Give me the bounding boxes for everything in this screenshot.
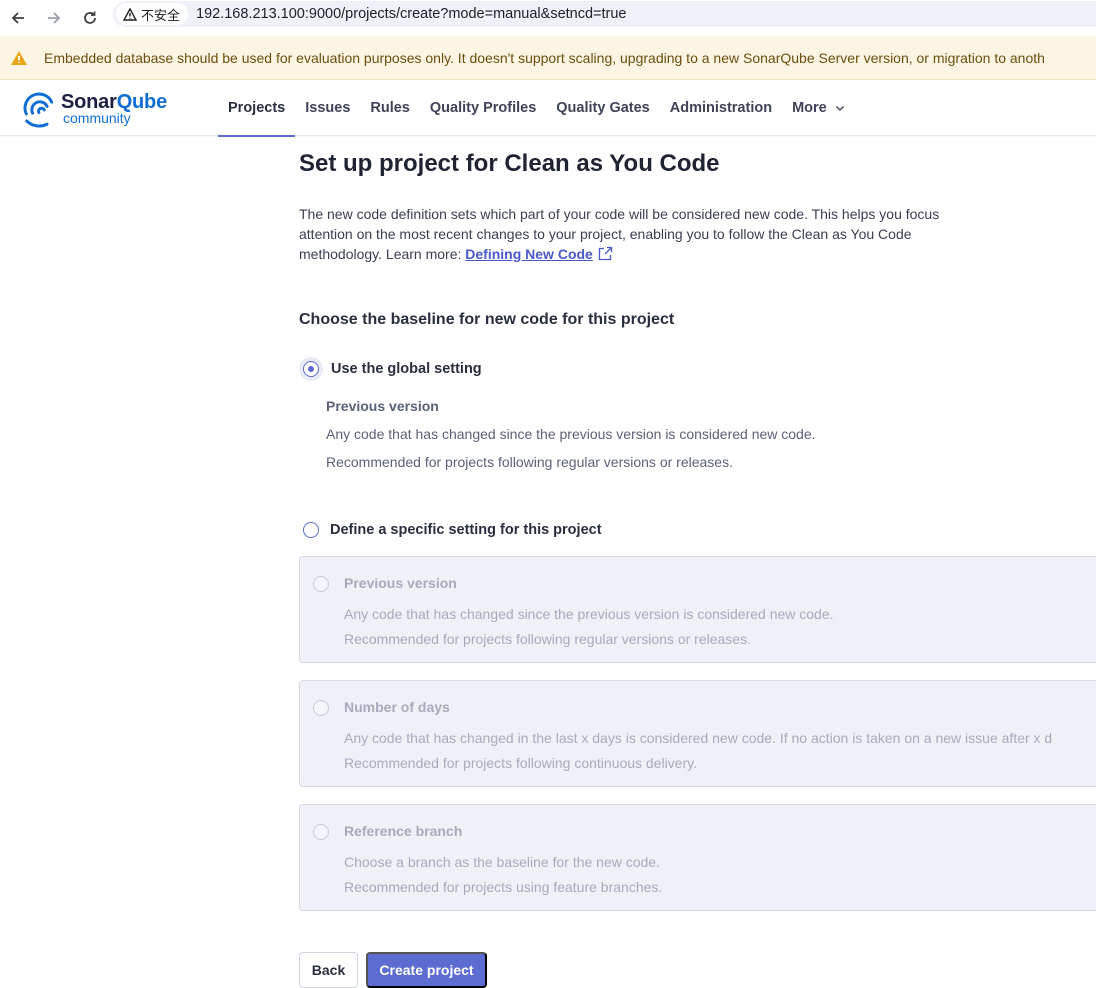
warning-text: Embedded database should be used for eva…: [44, 49, 1045, 66]
option-name: Reference branch: [344, 823, 463, 839]
option-name: Number of days: [344, 699, 450, 715]
radio-specific-setting[interactable]: Define a specific setting for this proje…: [303, 522, 602, 538]
security-chip[interactable]: 不安全: [116, 3, 189, 25]
intro-text: The new code definition sets which part …: [299, 206, 940, 262]
reload-icon[interactable]: [72, 6, 108, 30]
url-text: 192.168.213.100:9000/projects/create?mod…: [196, 6, 627, 22]
option-desc: Any code that has changed since the prev…: [344, 606, 834, 622]
option-recommendation: Recommended for projects following conti…: [344, 755, 698, 771]
nav-quality-gates[interactable]: Quality Gates: [546, 80, 659, 136]
option-card-reference-branch: Reference branch Choose a branch as the …: [299, 804, 1096, 911]
warning-banner: Embedded database should be used for eva…: [0, 36, 1096, 80]
create-project-button[interactable]: Create project: [366, 952, 487, 988]
option-card-previous-version: Previous version Any code that has chang…: [299, 556, 1096, 663]
address-bar[interactable]: 不安全 192.168.213.100:9000/projects/create…: [113, 1, 1096, 27]
radio-unchecked-icon[interactable]: [303, 522, 319, 538]
browser-toolbar: 不安全 192.168.213.100:9000/projects/create…: [0, 0, 1096, 36]
back-button[interactable]: Back: [299, 952, 358, 988]
nav-quality-profiles[interactable]: Quality Profiles: [420, 80, 546, 136]
option-recommendation: Recommended for projects following regul…: [344, 631, 751, 647]
nav-rules[interactable]: Rules: [360, 80, 420, 136]
baseline-section-title: Choose the baseline for new code for thi…: [299, 311, 675, 328]
nav-projects[interactable]: Projects: [218, 80, 296, 137]
option-name: Previous version: [344, 575, 457, 591]
back-arrow-icon[interactable]: [0, 6, 36, 30]
option-card-number-of-days: Number of days Any code that has changed…: [299, 680, 1096, 787]
radio-disabled-icon: [313, 700, 329, 716]
global-setting-recommendation: Recommended for projects following regul…: [326, 454, 733, 470]
sonar-waves-icon: [23, 92, 54, 128]
radio-disabled-icon: [313, 576, 329, 592]
specific-setting-label: Define a specific setting for this proje…: [330, 522, 602, 538]
page-title: Set up project for Clean as You Code: [299, 150, 720, 177]
global-setting-label: Use the global setting: [331, 361, 482, 377]
logo-edition: community: [63, 110, 131, 126]
security-label: 不安全: [141, 7, 181, 23]
chevron-down-icon: [835, 106, 844, 111]
global-setting-desc: Any code that has changed since the prev…: [326, 426, 816, 442]
option-desc: Choose a branch as the baseline for the …: [344, 854, 660, 870]
option-desc: Any code that has changed in the last x …: [344, 730, 1053, 746]
warning-icon: [11, 50, 27, 65]
external-link-icon[interactable]: [598, 246, 613, 261]
app-header: SonarQube community Projects Issues Rule…: [0, 80, 1096, 137]
main-nav: Projects Issues Rules Quality Profiles Q…: [218, 80, 855, 137]
warning-triangle-icon: [123, 7, 137, 21]
forward-arrow-icon[interactable]: [36, 6, 72, 30]
global-setting-name: Previous version: [326, 398, 439, 414]
nav-more[interactable]: More: [782, 80, 855, 136]
nav-more-label: More: [792, 100, 827, 116]
defining-new-code-link[interactable]: Defining New Code: [465, 246, 593, 262]
sonarqube-logo[interactable]: SonarQube community: [19, 88, 189, 128]
radio-checked-icon[interactable]: [303, 361, 319, 377]
nav-administration[interactable]: Administration: [660, 80, 782, 136]
option-recommendation: Recommended for projects using feature b…: [344, 879, 663, 895]
radio-disabled-icon: [313, 824, 329, 840]
radio-global-setting[interactable]: Use the global setting: [303, 361, 482, 377]
nav-issues[interactable]: Issues: [295, 80, 360, 136]
